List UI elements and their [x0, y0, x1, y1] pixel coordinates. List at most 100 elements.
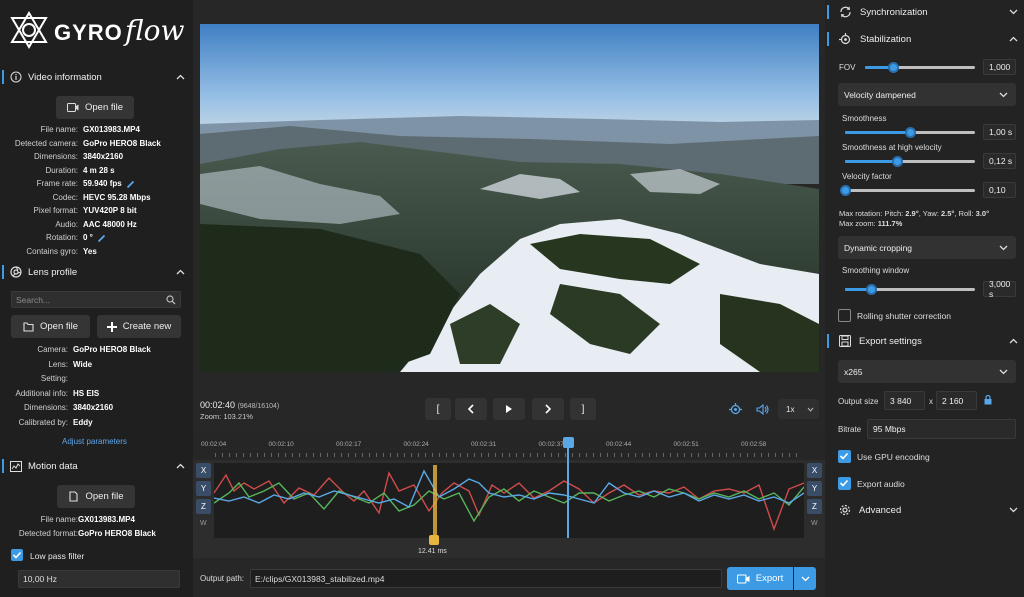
smoothness-slider[interactable]	[845, 127, 975, 138]
axis-toggle-x[interactable]: X	[196, 463, 211, 478]
gpu-encoding-checkbox[interactable]	[838, 450, 851, 463]
previous-frame-button[interactable]	[455, 398, 487, 420]
chevron-up-icon[interactable]	[176, 269, 185, 275]
axis-toggle-w[interactable]: W	[200, 520, 207, 527]
size-separator: x	[929, 397, 933, 406]
lens-create-new-button[interactable]: Create new	[97, 315, 181, 338]
motion-data-header[interactable]: Motion data	[0, 455, 193, 477]
bitrate-input[interactable]: 95 Mbps	[867, 419, 1016, 439]
bitrate-value: 95 Mbps	[873, 424, 906, 434]
info-key: Detected camera:	[14, 138, 78, 148]
chevron-down-icon[interactable]	[1009, 9, 1018, 15]
set-trim-start-button[interactable]: [	[425, 398, 451, 420]
trim-start-label: [	[436, 403, 440, 415]
info-value: 3840x2160	[83, 152, 124, 161]
playhead[interactable]	[567, 440, 569, 538]
playhead-handle[interactable]	[562, 437, 574, 448]
info-key: Additional info:	[15, 388, 68, 398]
info-value: GoPro HERO8 Black	[83, 138, 161, 148]
smoothing-method-select[interactable]: Velocity dampened	[838, 83, 1016, 106]
axis-toggle-y[interactable]: Y	[807, 481, 822, 496]
max-rotation-readout: Max rotation: Pitch: 2.9°, Yaw: 2.5°, Ro…	[839, 209, 989, 218]
info-row: Frame rate: 59.940 fps	[0, 179, 193, 192]
synchronization-header[interactable]: Synchronization	[827, 1, 1024, 23]
video-open-file-button[interactable]: Open file	[56, 96, 134, 119]
output-width-input[interactable]: 3 840	[884, 391, 925, 410]
chevron-up-icon[interactable]	[1009, 338, 1018, 344]
set-trim-end-button[interactable]: ]	[570, 398, 596, 420]
video-preview[interactable]	[200, 24, 819, 372]
file-icon	[69, 491, 79, 502]
timeline[interactable]: 00:02:04 00:02:10 00:02:17 00:02:24 00:02:31…	[193, 432, 825, 558]
info-row: Contains gyro: Yes	[0, 247, 193, 260]
checkmark-icon	[839, 452, 849, 460]
fov-slider[interactable]	[865, 62, 975, 73]
slider-knob[interactable]	[839, 185, 851, 196]
smoothness-value-input[interactable]: 1,00 s	[983, 124, 1016, 140]
chevron-up-icon[interactable]	[1009, 36, 1018, 42]
info-key: Codec:	[52, 192, 78, 202]
axis-toggle-z[interactable]: Z	[807, 499, 822, 514]
stabilization-icon	[839, 32, 851, 44]
timeline-tick-label: 00:02:37	[538, 441, 564, 448]
smoothing-window-input[interactable]: 3,000 s	[983, 279, 1016, 299]
info-row: File name: GX013983.MP4	[0, 125, 193, 138]
cropping-mode-select[interactable]: Dynamic cropping	[838, 236, 1016, 259]
next-frame-button[interactable]	[532, 398, 564, 420]
bitrate-label: Bitrate	[838, 425, 862, 434]
export-options-button[interactable]	[794, 567, 816, 590]
axis-toggle-y[interactable]: Y	[196, 481, 211, 496]
motion-open-file-button[interactable]: Open file	[57, 485, 135, 508]
velocity-factor-slider[interactable]	[839, 185, 975, 196]
lock-icon[interactable]	[984, 395, 992, 405]
output-path-value: E:/clips/GX013983_stabilized.mp4	[255, 573, 385, 584]
axis-toggle-w[interactable]: W	[811, 520, 818, 527]
frame-rate-edit-icon[interactable]	[126, 180, 135, 189]
playback-speed-select[interactable]: 1x	[778, 399, 819, 419]
lens-open-file-button[interactable]: Open file	[11, 315, 90, 338]
section-accent	[2, 265, 4, 279]
slider-knob[interactable]	[865, 284, 877, 295]
low-pass-filter-checkbox[interactable]	[11, 549, 23, 561]
output-path-label: Output path:	[200, 574, 245, 583]
stabilization-header[interactable]: Stabilization	[827, 28, 1024, 50]
volume-icon[interactable]	[756, 404, 769, 415]
smoothness-label: Smoothness	[842, 114, 887, 123]
folder-open-icon	[23, 322, 34, 332]
rotation-edit-icon[interactable]	[97, 234, 106, 243]
axis-toggle-x[interactable]: X	[807, 463, 822, 478]
max-zoom-prefix: Max zoom:	[839, 219, 878, 228]
chevron-up-icon[interactable]	[176, 74, 185, 80]
chevron-down-icon[interactable]	[1009, 507, 1018, 513]
play-button[interactable]	[493, 398, 525, 420]
smoothing-window-slider[interactable]	[845, 284, 975, 295]
video-info-header[interactable]: Video information	[0, 66, 193, 88]
high-velocity-smoothness-slider[interactable]	[845, 156, 975, 167]
export-audio-checkbox[interactable]	[838, 477, 851, 490]
codec-select[interactable]: x265	[838, 360, 1016, 383]
slider-knob[interactable]	[904, 127, 916, 138]
rolling-shutter-checkbox[interactable]	[838, 309, 851, 322]
lens-profile-header[interactable]: Lens profile	[0, 261, 193, 283]
output-path-input[interactable]: E:/clips/GX013983_stabilized.mp4	[250, 569, 722, 588]
low-pass-value-input[interactable]: 10,00 Hz	[18, 570, 180, 588]
adjust-parameters-link[interactable]: Adjust parameters	[62, 437, 127, 446]
info-row: Lens: Wide	[0, 360, 193, 373]
sync-point-handle[interactable]	[429, 535, 439, 545]
search-icon[interactable]	[166, 295, 176, 305]
export-button[interactable]: Export	[727, 567, 793, 590]
sync-point-marker[interactable]	[433, 465, 437, 537]
slider-knob[interactable]	[891, 156, 903, 167]
lens-search-input[interactable]: Search...	[11, 291, 181, 308]
export-settings-header[interactable]: Export settings	[827, 330, 1024, 352]
advanced-header[interactable]: Advanced	[827, 499, 1024, 521]
high-velocity-smoothness-input[interactable]: 0,12 s	[983, 153, 1016, 169]
gyro-graph[interactable]	[213, 463, 805, 538]
velocity-factor-input[interactable]: 0,10	[983, 182, 1016, 198]
fov-value-input[interactable]: 1,000	[983, 59, 1016, 75]
axis-toggle-z[interactable]: Z	[196, 499, 211, 514]
info-value: AAC 48000 Hz	[83, 219, 137, 229]
chevron-up-icon[interactable]	[176, 463, 185, 469]
output-height-input[interactable]: 2 160	[936, 391, 977, 410]
stabilization-toggle-icon[interactable]	[729, 403, 742, 416]
